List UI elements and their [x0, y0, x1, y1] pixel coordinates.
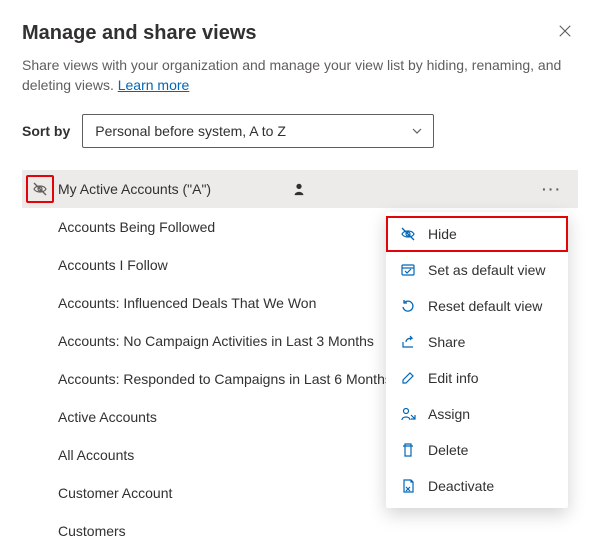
context-menu: Hide Set as default view Reset default vie… — [386, 212, 568, 508]
menu-item-assign[interactable]: Assign — [386, 396, 568, 432]
hide-toggle[interactable] — [26, 175, 54, 203]
close-icon — [558, 24, 572, 38]
share-icon — [400, 334, 416, 350]
reset-icon — [400, 298, 416, 314]
menu-item-label: Deactivate — [428, 478, 494, 494]
deactivate-icon — [400, 478, 416, 494]
menu-item-label: Share — [428, 334, 465, 350]
menu-item-delete[interactable]: Delete — [386, 432, 568, 468]
menu-item-set-as-default-view[interactable]: Set as default view — [386, 252, 568, 288]
row-leading — [22, 175, 58, 203]
view-label: My Active Accounts ("A") — [58, 181, 286, 197]
learn-more-link[interactable]: Learn more — [118, 77, 190, 93]
person-icon — [292, 182, 306, 196]
menu-item-label: Assign — [428, 406, 470, 422]
assign-icon — [400, 406, 416, 422]
chevron-down-icon — [411, 125, 423, 137]
hide-icon — [400, 226, 416, 242]
menu-item-reset-default-view[interactable]: Reset default view — [386, 288, 568, 324]
menu-item-label: Reset default view — [428, 298, 542, 314]
description-text: Share views with your organization and m… — [22, 57, 561, 93]
menu-item-share[interactable]: Share — [386, 324, 568, 360]
view-row[interactable]: My Active Accounts ("A") ··· — [22, 170, 578, 208]
menu-item-label: Hide — [428, 226, 457, 242]
page-title: Manage and share views — [22, 22, 578, 45]
sort-select[interactable]: Personal before system, A to Z — [82, 114, 434, 148]
menu-item-label: Set as default view — [428, 262, 546, 278]
more-icon: ··· — [542, 181, 562, 197]
view-row[interactable]: Customers — [22, 512, 578, 550]
menu-item-edit-info[interactable]: Edit info — [386, 360, 568, 396]
menu-item-label: Delete — [428, 442, 468, 458]
sort-label: Sort by — [22, 123, 70, 139]
menu-item-hide[interactable]: Hide — [386, 216, 568, 252]
description: Share views with your organization and m… — [22, 55, 578, 96]
close-button[interactable] — [558, 24, 578, 44]
sort-selected-value: Personal before system, A to Z — [95, 123, 286, 139]
edit-icon — [400, 370, 416, 386]
menu-item-label: Edit info — [428, 370, 479, 386]
more-button[interactable]: ··· — [534, 181, 570, 197]
default-icon — [400, 262, 416, 278]
view-label: Customers — [58, 523, 570, 539]
menu-item-deactivate[interactable]: Deactivate — [386, 468, 568, 504]
delete-icon — [400, 442, 416, 458]
